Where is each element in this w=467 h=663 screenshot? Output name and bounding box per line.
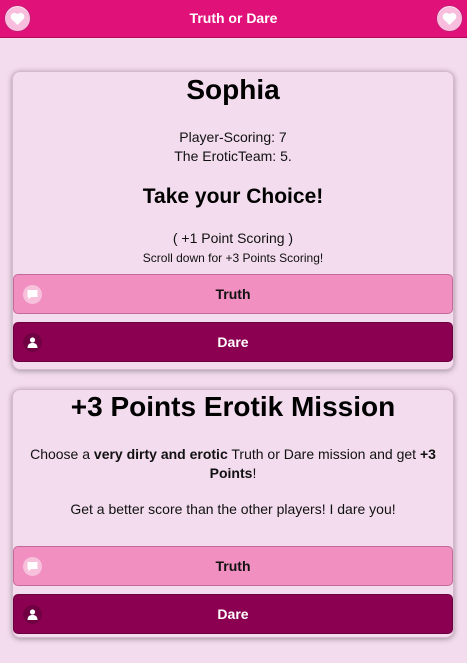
dare-button[interactable]: Dare [13, 322, 453, 362]
mission-text-emphasis: very dirty and erotic [93, 446, 228, 462]
mission-truth-label: Truth [215, 558, 251, 574]
mission-text-part: Truth or Dare mission and get [227, 446, 420, 462]
scroll-hint: Scroll down for +3 Points Scoring! [142, 251, 324, 265]
player-score: Player-Scoring: 7 [179, 129, 287, 145]
truth-button-label: Truth [215, 286, 251, 302]
mission-truth-button[interactable]: Truth [13, 546, 453, 586]
point-scoring-note: ( +1 Point Scoring ) [172, 230, 294, 246]
speech-bubble-icon [23, 557, 42, 576]
heart-icon [442, 12, 457, 25]
speech-bubble-icon [23, 285, 42, 304]
app-title: Truth or Dare [189, 10, 278, 26]
mission-card: +3 Points Erotik Mission Choose a very d… [12, 389, 454, 638]
mission-text-part: ! [252, 465, 257, 481]
mission-description: Choose a very dirty and erotic Truth or … [21, 445, 445, 483]
person-icon [23, 333, 42, 352]
scoring-card: Sophia Player-Scoring: 7 The EroticTeam:… [12, 71, 454, 370]
choice-heading: Take your Choice! [142, 185, 324, 208]
mission-dare-label: Dare [217, 606, 249, 622]
header-bar: Truth or Dare [0, 0, 467, 38]
right-heart-button[interactable] [436, 5, 463, 32]
mission-text-part: Choose a [30, 446, 94, 462]
mission-title: +3 Points Erotik Mission [70, 391, 396, 422]
team-score: The EroticTeam: 5. [174, 148, 292, 164]
dare-challenge-text: Get a better score than the other player… [70, 501, 396, 517]
dare-button-label: Dare [217, 334, 249, 350]
mission-dare-button[interactable]: Dare [13, 594, 453, 634]
truth-button[interactable]: Truth [13, 274, 453, 314]
person-icon [23, 605, 42, 624]
player-name: Sophia [186, 74, 280, 105]
